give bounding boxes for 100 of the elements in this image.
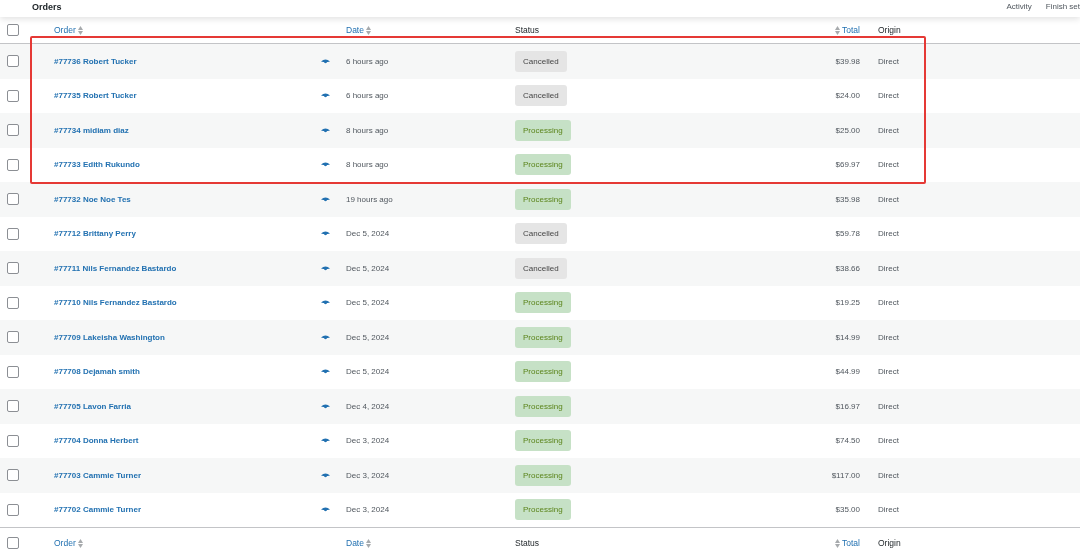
date-cell-text: Dec 5, 2024 [346,263,391,273]
origin-cell-text: Direct [878,401,900,411]
eye-icon[interactable] [321,507,330,513]
order-link[interactable]: #77703 Cammie Turner [29,470,314,480]
eye-icon[interactable] [321,162,330,168]
total-cell: $19.25 [835,298,860,308]
date-cell-text: 6 hours ago [346,91,390,101]
date-column-header[interactable]: Date [346,25,515,35]
total-cell: $44.99 [835,367,860,377]
status-badge: Processing [515,292,571,314]
total-cell: $38.66 [835,263,860,273]
row-checkbox[interactable] [7,331,19,344]
total-column-header[interactable]: Total [835,538,860,548]
eye-icon[interactable] [321,369,330,375]
date-cell-text: Dec 5, 2024 [346,298,391,308]
eye-icon[interactable] [321,403,330,409]
order-link[interactable]: #77735 Robert Tucker [29,91,314,101]
order-link[interactable]: #77732 Noe Noe Tes [29,194,314,204]
order-link[interactable]: #77708 Dejamah smith [29,367,314,377]
select-all-checkbox[interactable] [7,537,19,549]
order-column-header[interactable]: Order [29,25,314,35]
status-badge: Processing [515,326,571,348]
order-link[interactable]: #77709 Lakeisha Washington [29,332,314,342]
status-column-header: Status [515,538,541,548]
origin-cell-text: Direct [878,298,900,308]
total-cell: $14.99 [835,332,860,342]
date-cell-text: Dec 5, 2024 [346,367,391,377]
total-cell: $35.98 [835,194,860,204]
total-cell: $24.00 [835,91,860,101]
header-link[interactable]: Activity [1006,2,1032,11]
date-cell-text: Dec 5, 2024 [346,229,391,239]
eye-icon[interactable] [321,265,330,271]
order-link[interactable]: #77736 Robert Tucker [29,56,314,66]
eye-icon[interactable] [321,231,330,237]
order-row[interactable]: #77711 Nils Fernandez Bastardo Dec 5, 2024 Cancelled $38.66 Direct [0,251,1080,286]
status-badge: Cancelled [515,85,567,107]
order-link[interactable]: #77711 Nils Fernandez Bastardo [29,263,314,273]
origin-cell-text: Direct [878,505,900,515]
order-row[interactable]: #77703 Cammie Turner Dec 3, 2024 Processing $117.00 Direct [0,458,1080,493]
order-row[interactable]: #77736 Robert Tucker 6 hours ago Cancelled $39.98 Direct [0,44,1080,79]
eye-icon[interactable] [321,196,330,202]
origin-cell-text: Direct [878,436,900,446]
date-cell-text: Dec 4, 2024 [346,401,391,411]
eye-icon[interactable] [321,438,330,444]
order-row[interactable]: #77705 Lavon Farria Dec 4, 2024 Processing $16.97 Direct [0,389,1080,424]
row-checkbox[interactable] [7,503,19,516]
row-checkbox[interactable] [7,193,19,206]
date-cell-text: 19 hours ago [346,194,394,204]
total-cell: $16.97 [835,401,860,411]
date-column-header[interactable]: Date [346,538,515,548]
order-link[interactable]: #77702 Cammie Turner [29,505,314,515]
origin-column-header: Origin [878,538,902,548]
row-checkbox[interactable] [7,262,19,275]
origin-cell-text: Direct [878,194,900,204]
row-checkbox[interactable] [7,296,19,309]
status-badge: Processing [515,464,571,486]
row-checkbox[interactable] [7,89,19,102]
sort-icon [77,25,83,35]
order-row[interactable]: #77709 Lakeisha Washington Dec 5, 2024 Processing $14.99 Direct [0,320,1080,355]
sort-icon [77,538,83,548]
total-cell: $69.97 [835,160,860,170]
order-link[interactable]: #77733 Edith Rukundo [29,160,314,170]
order-link[interactable]: #77704 Donna Herbert [29,436,314,446]
eye-icon[interactable] [321,58,330,64]
total-cell: $74.50 [835,436,860,446]
row-checkbox[interactable] [7,227,19,240]
row-checkbox[interactable] [7,469,19,482]
status-badge: Processing [515,119,571,141]
select-all-checkbox[interactable] [7,24,19,36]
order-link[interactable]: #77734 midiam diaz [29,125,314,135]
total-column-header[interactable]: Total [835,25,860,35]
row-checkbox[interactable] [7,400,19,413]
date-cell-text: 8 hours ago [346,125,390,135]
order-link[interactable]: #77710 Nils Fernandez Bastardo [29,298,314,308]
eye-icon[interactable] [321,93,330,99]
origin-cell-text: Direct [878,91,900,101]
sort-icon [365,25,371,35]
row-checkbox[interactable] [7,434,19,447]
status-badge: Processing [515,395,571,417]
date-cell-text: 6 hours ago [346,56,390,66]
row-checkbox[interactable] [7,365,19,378]
order-column-header[interactable]: Order [29,538,314,548]
eye-icon[interactable] [321,472,330,478]
order-row[interactable]: #77732 Noe Noe Tes 19 hours ago Processing $35.98 Direct [0,182,1080,217]
row-checkbox[interactable] [7,124,19,137]
row-checkbox[interactable] [7,158,19,171]
status-column-header: Status [515,25,541,35]
order-link[interactable]: #77705 Lavon Farria [29,401,314,411]
date-cell-text: Dec 5, 2024 [346,332,391,342]
eye-icon[interactable] [321,300,330,306]
page-title: Orders [32,2,62,13]
eye-icon[interactable] [321,127,330,133]
status-badge: Cancelled [515,50,567,72]
origin-cell-text: Direct [878,263,900,273]
order-row[interactable]: #77734 midiam diaz 8 hours ago Processing $25.00 Direct [0,113,1080,148]
order-link[interactable]: #77712 Brittany Perry [29,229,314,239]
eye-icon[interactable] [321,334,330,340]
date-cell-text: 8 hours ago [346,160,390,170]
header-link[interactable]: Finish set [1045,2,1080,11]
row-checkbox[interactable] [7,55,19,68]
